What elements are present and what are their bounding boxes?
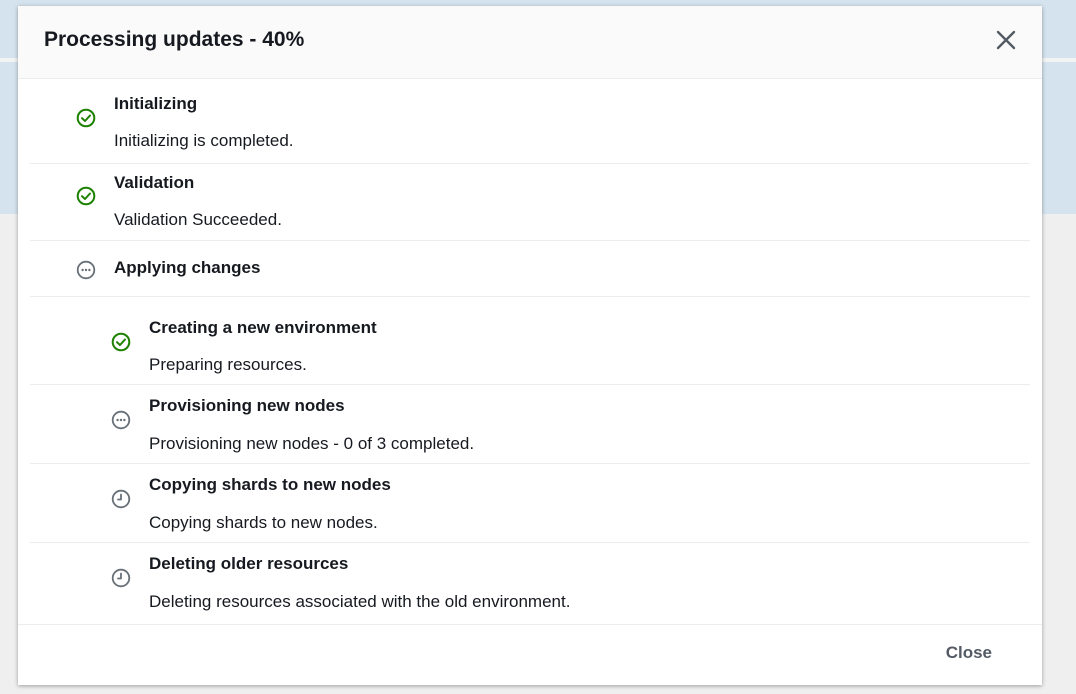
step-description: Copying shards to new nodes.	[149, 513, 378, 532]
step-title: Validation	[114, 173, 195, 192]
step-description: Provisioning new nodes - 0 of 3 complete…	[149, 434, 475, 453]
step-description: Validation Succeeded.	[114, 210, 282, 229]
clock-icon	[111, 489, 131, 509]
step-title: Initializing	[114, 94, 198, 113]
ellipsis-circle-icon	[76, 260, 96, 280]
modal-header: Processing updates - 40%	[18, 6, 1042, 79]
step-description: Deleting resources associated with the o…	[149, 592, 571, 611]
step-validation: Validation Validation Succeeded.	[30, 164, 1030, 241]
step-title: Creating a new environment	[149, 318, 377, 337]
substep-copying-shards: Copying shards to new nodes Copying shar…	[30, 464, 1030, 543]
step-description: Initializing is completed.	[114, 131, 294, 150]
steps-list: Initializing Initializing is completed. …	[30, 79, 1030, 627]
substep-deleting-resources: Deleting older resources Deleting resour…	[30, 543, 1030, 627]
check-circle-icon	[111, 332, 131, 352]
step-applying-changes: Applying changes	[30, 241, 1030, 297]
step-initializing: Initializing Initializing is completed.	[30, 79, 1030, 164]
substep-creating-environment: Creating a new environment Preparing res…	[30, 297, 1030, 385]
step-description: Preparing resources.	[149, 355, 307, 374]
step-title: Copying shards to new nodes	[149, 475, 391, 494]
step-title: Provisioning new nodes	[149, 396, 345, 415]
clock-icon	[111, 568, 131, 588]
step-title: Applying changes	[114, 258, 261, 277]
modal-title: Processing updates - 40%	[44, 28, 305, 51]
step-title: Deleting older resources	[149, 554, 349, 573]
close-icon[interactable]	[996, 30, 1016, 50]
check-circle-icon	[76, 108, 96, 128]
check-circle-icon	[76, 186, 96, 206]
processing-updates-modal: Processing updates - 40% Initializing In…	[18, 6, 1042, 685]
close-button[interactable]: Close	[946, 643, 992, 663]
ellipsis-circle-icon	[111, 410, 131, 430]
modal-footer: Close	[18, 624, 1042, 685]
substep-provisioning-nodes: Provisioning new nodes Provisioning new …	[30, 385, 1030, 464]
